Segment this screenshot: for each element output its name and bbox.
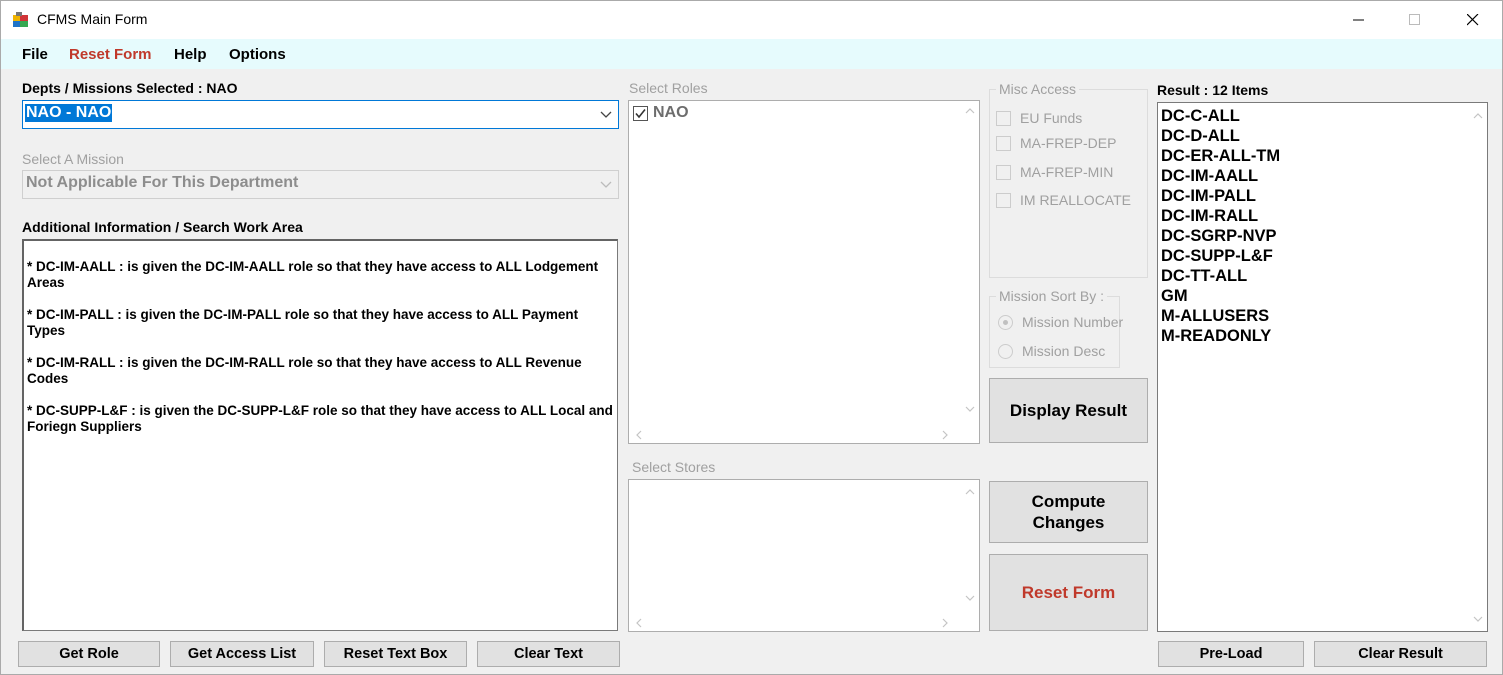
depts-label: Depts / Missions Selected : NAO: [22, 80, 238, 96]
result-item[interactable]: DC-C-ALL: [1161, 106, 1280, 126]
menu-bar: File Reset Form Help Options: [1, 39, 1502, 69]
result-vertical-scrollbar[interactable]: [1469, 103, 1487, 631]
maximize-icon: [1409, 14, 1420, 25]
checkbox-icon[interactable]: [996, 135, 1011, 151]
misc-access-label: IM REALLOCATE: [1020, 192, 1131, 208]
menu-help[interactable]: Help: [174, 46, 207, 63]
mission-selected-value: Not Applicable For This Department: [26, 174, 299, 191]
scroll-left-arrow-icon[interactable]: [635, 618, 643, 628]
result-item[interactable]: DC-ER-ALL-TM: [1161, 146, 1280, 166]
info-paragraph: * DC-IM-RALL : is given the DC-IM-RALL r…: [27, 355, 582, 386]
checkbox-icon[interactable]: [996, 110, 1011, 126]
compute-changes-button[interactable]: Compute Changes: [989, 481, 1148, 543]
result-listbox[interactable]: DC-C-ALL DC-D-ALL DC-ER-ALL-TM DC-IM-AALL DC…: [1157, 102, 1488, 632]
misc-access-label: MA-FREP-MIN: [1020, 164, 1114, 180]
reset-form-button[interactable]: Reset Form: [989, 554, 1148, 631]
scroll-right-arrow-icon[interactable]: [941, 618, 949, 628]
radio-selected-icon[interactable]: [998, 314, 1013, 330]
depts-selected-value: NAO - NAO: [25, 104, 113, 122]
result-item[interactable]: DC-IM-RALL: [1161, 206, 1280, 226]
result-item[interactable]: DC-IM-AALL: [1161, 166, 1280, 186]
close-button[interactable]: [1444, 1, 1502, 39]
result-item[interactable]: DC-D-ALL: [1161, 126, 1280, 146]
role-item-label: NAO: [653, 104, 689, 121]
minimize-button[interactable]: [1330, 1, 1388, 39]
mission-sort-group: Mission Sort By : Mission Number Mission…: [989, 288, 1123, 368]
scroll-up-arrow-icon[interactable]: [965, 107, 975, 115]
display-result-button[interactable]: Display Result: [989, 378, 1148, 443]
role-item-nao[interactable]: NAO: [633, 104, 689, 122]
checkbox-icon[interactable]: [996, 164, 1011, 180]
sort-mission-desc[interactable]: Mission Desc: [998, 343, 1105, 359]
result-item[interactable]: DC-SUPP-L&F: [1161, 246, 1280, 266]
window-title: CFMS Main Form: [37, 11, 148, 27]
misc-access-ma-frep-min[interactable]: MA-FREP-MIN: [996, 164, 1113, 180]
pre-load-button[interactable]: Pre-Load: [1158, 641, 1304, 667]
sort-option-label: Mission Number: [1022, 314, 1124, 330]
stores-label: Select Stores: [632, 459, 716, 475]
info-label: Additional Information / Search Work Are…: [22, 219, 303, 235]
result-list: DC-C-ALL DC-D-ALL DC-ER-ALL-TM DC-IM-AALL DC…: [1161, 106, 1280, 346]
mission-label: Select A Mission: [22, 151, 124, 167]
stores-listbox[interactable]: [628, 479, 980, 632]
menu-options[interactable]: Options: [229, 46, 286, 63]
stores-horizontal-scrollbar[interactable]: [629, 613, 961, 631]
info-textarea[interactable]: * DC-IM-AALL : is given the DC-IM-AALL r…: [22, 239, 618, 631]
misc-access-label: EU Funds: [1020, 110, 1083, 126]
roles-listbox[interactable]: NAO: [628, 100, 980, 444]
app-icon: [13, 12, 28, 27]
radio-icon[interactable]: [998, 343, 1013, 359]
info-paragraph: * DC-IM-PALL : is given the DC-IM-PALL r…: [27, 307, 579, 338]
stores-vertical-scrollbar[interactable]: [961, 480, 979, 613]
checkbox-checked-icon[interactable]: [633, 105, 648, 121]
maximize-button[interactable]: [1386, 1, 1444, 39]
sort-option-label: Mission Desc: [1022, 343, 1106, 359]
info-paragraph: * DC-IM-AALL : is given the DC-IM-AALL r…: [27, 259, 599, 290]
misc-access-group: Misc Access EU Funds MA-FREP-DEP MA-FREP…: [989, 81, 1148, 278]
scroll-up-arrow-icon[interactable]: [1473, 112, 1483, 120]
mission-sort-title: Mission Sort By :: [996, 288, 1108, 304]
misc-access-label: MA-FREP-DEP: [1020, 135, 1117, 151]
misc-access-eu-funds[interactable]: EU Funds: [996, 110, 1082, 126]
misc-access-title: Misc Access: [996, 81, 1080, 97]
result-item[interactable]: DC-IM-PALL: [1161, 186, 1280, 206]
clear-result-button[interactable]: Clear Result: [1314, 641, 1487, 667]
misc-access-im-reallocate[interactable]: IM REALLOCATE: [996, 192, 1131, 208]
close-icon: [1467, 14, 1479, 26]
title-bar: CFMS Main Form: [1, 1, 1502, 39]
scroll-down-arrow-icon[interactable]: [965, 405, 975, 413]
menu-reset-form[interactable]: Reset Form: [69, 46, 152, 63]
roles-vertical-scrollbar[interactable]: [961, 101, 979, 425]
misc-access-ma-frep-dep[interactable]: MA-FREP-DEP: [996, 135, 1116, 151]
get-access-list-button[interactable]: Get Access List: [170, 641, 314, 667]
scroll-left-arrow-icon[interactable]: [635, 430, 643, 440]
result-item[interactable]: GM: [1161, 286, 1280, 306]
chevron-down-icon: [600, 111, 612, 118]
scroll-down-arrow-icon[interactable]: [1473, 615, 1483, 623]
result-item[interactable]: DC-SGRP-NVP: [1161, 226, 1280, 246]
info-paragraph: * DC-SUPP-L&F : is given the DC-SUPP-L&F…: [27, 403, 613, 434]
result-label: Result : 12 Items: [1157, 82, 1269, 98]
result-item[interactable]: DC-TT-ALL: [1161, 266, 1280, 286]
result-item[interactable]: M-ALLUSERS: [1161, 306, 1280, 326]
scroll-right-arrow-icon[interactable]: [941, 430, 949, 440]
scroll-down-arrow-icon[interactable]: [965, 594, 975, 602]
depts-combobox[interactable]: NAO - NAO: [22, 100, 619, 129]
checkbox-icon[interactable]: [996, 192, 1011, 208]
sort-mission-number[interactable]: Mission Number: [998, 314, 1123, 330]
roles-horizontal-scrollbar[interactable]: [629, 425, 961, 443]
roles-label: Select Roles: [629, 80, 708, 96]
clear-text-button[interactable]: Clear Text: [477, 641, 620, 667]
get-role-button[interactable]: Get Role: [18, 641, 160, 667]
reset-text-box-button[interactable]: Reset Text Box: [324, 641, 467, 667]
chevron-down-icon: [600, 181, 612, 188]
menu-file[interactable]: File: [22, 46, 48, 63]
mission-combobox[interactable]: Not Applicable For This Department: [22, 170, 619, 199]
minimize-icon: [1353, 19, 1364, 21]
result-item[interactable]: M-READONLY: [1161, 326, 1280, 346]
scroll-up-arrow-icon[interactable]: [965, 488, 975, 496]
main-window: CFMS Main Form File Reset Form Help Opti…: [0, 0, 1503, 675]
